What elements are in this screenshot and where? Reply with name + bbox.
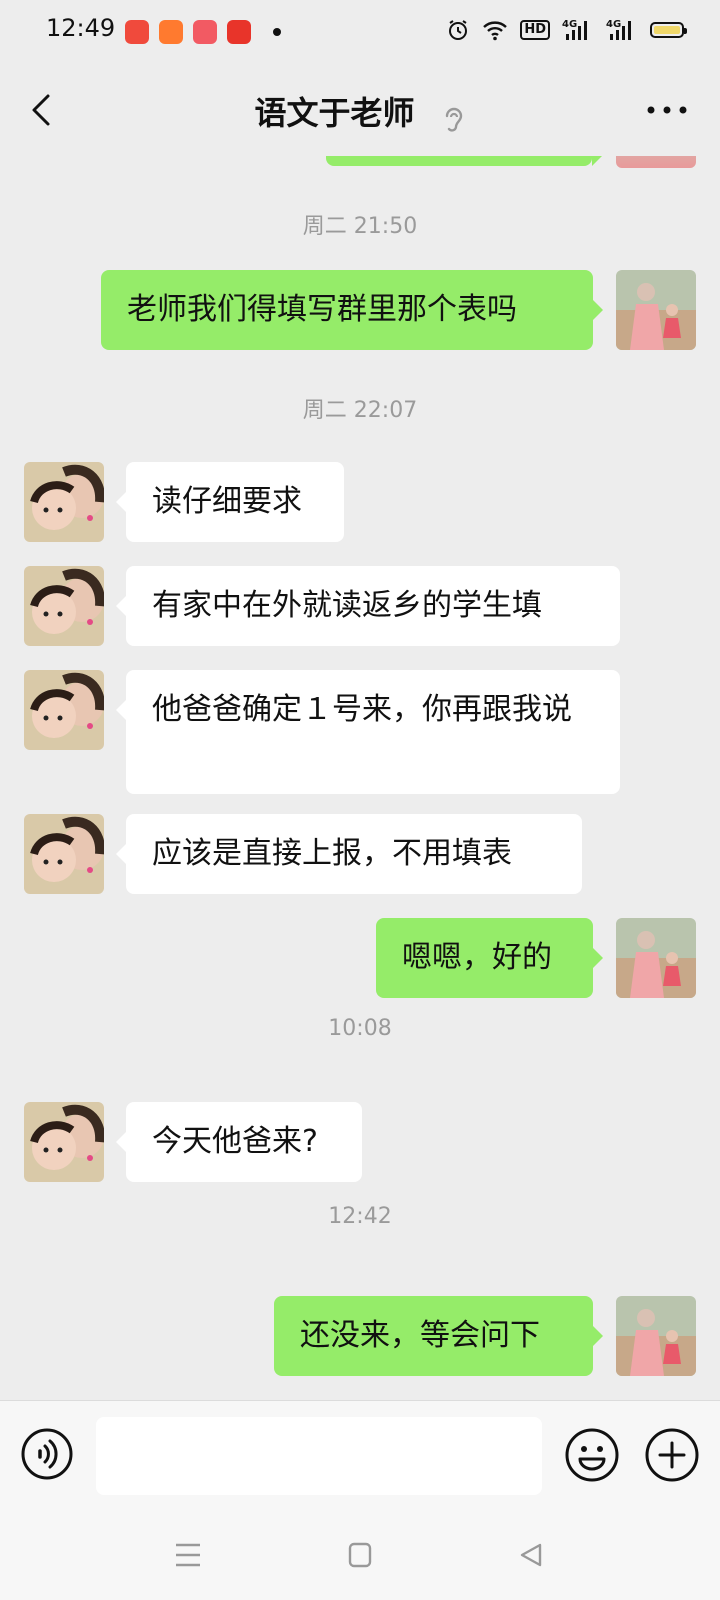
battery-icon	[650, 22, 687, 38]
input-bar	[0, 1400, 720, 1511]
timestamp: 周二 21:50	[302, 214, 418, 239]
notification-icons	[125, 20, 281, 44]
shop-app-icon	[227, 20, 251, 44]
home-icon[interactable]	[348, 1542, 372, 1568]
voice-icon[interactable]	[20, 1427, 74, 1481]
status-bar: 12:49 HD 4G 4G	[0, 0, 720, 64]
message-bubble[interactable]: 还没来，等会问下	[274, 1296, 603, 1376]
avatar-teacher[interactable]	[24, 462, 104, 542]
chat-header: 语文于老师	[0, 64, 720, 156]
more-notifications-dot	[273, 28, 281, 36]
signal-4g-icon-1: 4G	[562, 19, 587, 40]
avatar-teacher-image	[24, 814, 104, 894]
avatar-teacher-image	[24, 566, 104, 646]
avatar-self-image	[616, 918, 696, 998]
alarm-icon	[449, 20, 468, 40]
avatar-self[interactable]	[616, 918, 696, 998]
chat-area[interactable]: 周二 21:50 老师我们得填写群里那个表吗 周二 22:07 读仔细要求 有家…	[0, 156, 720, 1400]
avatar-teacher[interactable]	[24, 566, 104, 646]
kuaishou-icon	[125, 20, 149, 44]
avatar-teacher-image	[24, 670, 104, 750]
message-bubble[interactable]: 有家中在外就读返乡的学生填	[116, 566, 620, 646]
app-icon	[159, 20, 183, 44]
avatar-self[interactable]	[616, 270, 696, 350]
svg-text:4G: 4G	[606, 19, 621, 30]
avatar-self-image	[616, 270, 696, 350]
system-nav-bar	[0, 1510, 720, 1600]
avatar-teacher[interactable]	[24, 1102, 104, 1182]
timestamp: 周二 22:07	[302, 398, 418, 423]
system-status-icons: HD 4G 4G	[446, 18, 687, 42]
title-wrap: 语文于老师	[0, 88, 720, 136]
svg-text:4G: 4G	[562, 19, 577, 30]
message-bubble[interactable]: 他爸爸确定１号来，你再跟我说	[116, 670, 620, 794]
message-bubble[interactable]: 读仔细要求	[116, 462, 344, 542]
avatar-teacher[interactable]	[24, 670, 104, 750]
hd-badge: HD	[520, 20, 550, 40]
avatar-self-image	[616, 1296, 696, 1376]
avatar-teacher-image	[24, 1102, 104, 1182]
heart-app-icon	[193, 20, 217, 44]
ear-icon	[445, 107, 462, 132]
more-icon[interactable]	[642, 92, 692, 128]
chat-title[interactable]: 语文于老师	[254, 94, 414, 132]
message-bubble[interactable]: 嗯嗯，好的	[376, 918, 603, 998]
message-bubble[interactable]: 老师我们得填写群里那个表吗	[101, 270, 603, 350]
avatar-self[interactable]	[616, 156, 696, 168]
plus-icon[interactable]	[644, 1427, 700, 1483]
timestamp: 10:08	[328, 1016, 392, 1041]
wifi-icon	[483, 21, 508, 41]
message-bubble-partial[interactable]	[326, 156, 602, 166]
message-bubble[interactable]: 今天他爸来?	[116, 1102, 362, 1182]
signal-4g-icon-2: 4G	[606, 19, 631, 40]
status-time: 12:49	[46, 14, 116, 42]
avatar-self[interactable]	[616, 1296, 696, 1376]
message-input[interactable]	[96, 1417, 542, 1495]
emoji-icon[interactable]	[564, 1427, 620, 1483]
message-bubble[interactable]: 应该是直接上报，不用填表	[116, 814, 582, 894]
timestamp: 12:42	[328, 1204, 392, 1229]
avatar-teacher[interactable]	[24, 814, 104, 894]
recent-apps-icon[interactable]	[174, 1542, 202, 1568]
nav-back-icon[interactable]	[518, 1542, 544, 1568]
avatar-teacher-image	[24, 462, 104, 542]
